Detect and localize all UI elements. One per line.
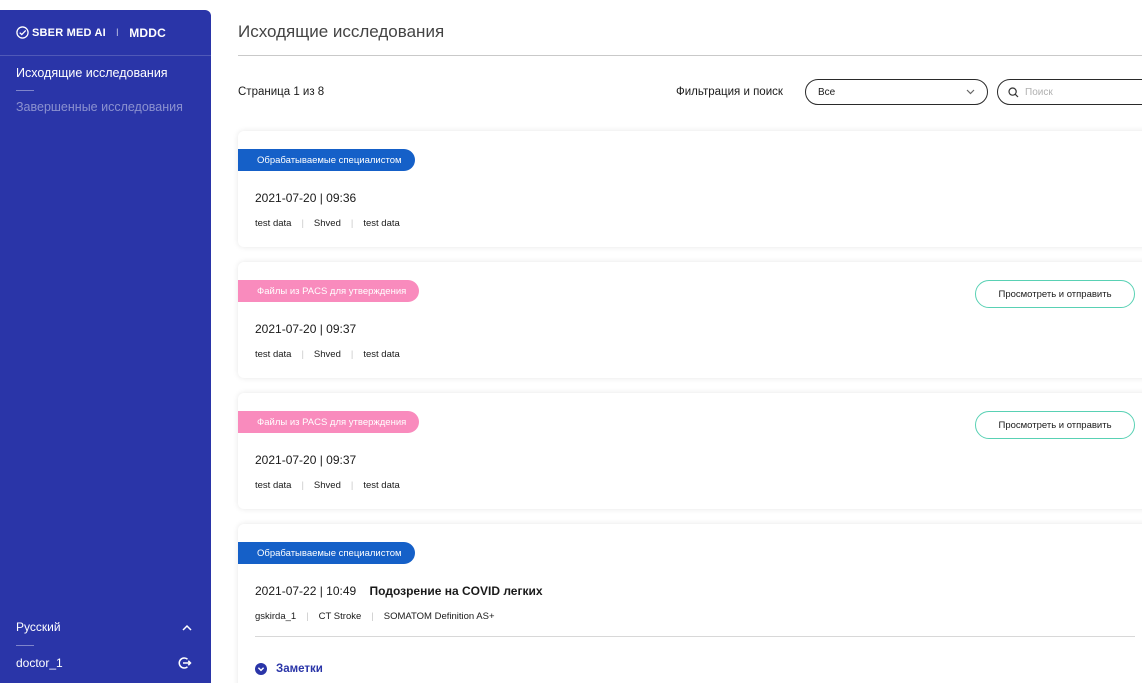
study-meta: test data | Shved | test data — [255, 349, 400, 360]
sber-check-icon — [16, 26, 29, 39]
study-datetime: 2021-07-20 | 09:36 — [255, 191, 357, 205]
study-card[interactable]: Файлы из PACS для утверждения Просмотрет… — [238, 393, 1142, 509]
status-badge: Файлы из PACS для утверждения — [238, 280, 420, 302]
study-datetime: 2021-07-20 | 09:37 — [255, 453, 357, 467]
meta-item: test data — [255, 349, 292, 360]
study-datetime: 2021-07-22 | 10:49 — [255, 584, 357, 598]
sidebar-item-completed-studies[interactable]: Завершенные исследования — [0, 100, 211, 114]
search-icon — [1008, 86, 1019, 97]
status-filter-select[interactable]: Все — [805, 79, 988, 105]
study-card[interactable]: Обрабатываемые специалистом 2021-07-22 |… — [238, 524, 1142, 683]
notes-label: Заметки — [276, 663, 323, 675]
meta-separator: | — [306, 611, 309, 622]
page-indicator: Страница 1 из 8 — [238, 86, 325, 98]
chevron-up-icon — [182, 624, 192, 631]
meta-item: Shved — [313, 218, 341, 229]
meta-item: CT Stroke — [318, 611, 362, 622]
meta-item: Shved — [313, 480, 341, 491]
study-meta: test data | Shved | test data — [255, 218, 400, 229]
study-diagnosis: Подозрение на COVID легких — [369, 584, 543, 598]
meta-item: test data — [363, 349, 400, 360]
chevron-down-icon — [966, 89, 975, 95]
study-card[interactable]: Обрабатываемые специалистом 2021-07-20 |… — [238, 131, 1142, 247]
sidebar-item-label: Завершенные исследования — [16, 100, 183, 114]
study-meta: gskirda_1 | CT Stroke | SOMATOM Definiti… — [255, 611, 495, 622]
study-datetime: 2021-07-20 | 09:37 — [255, 322, 357, 336]
meta-separator: | — [350, 218, 354, 229]
meta-separator: | — [301, 480, 304, 491]
user-row: doctor_1 — [16, 656, 192, 670]
title-divider — [238, 55, 1142, 56]
status-badge: Файлы из PACS для утверждения — [238, 411, 420, 433]
meta-item: Shved — [313, 349, 341, 360]
search-input[interactable] — [1025, 86, 1125, 98]
filter-label: Фильтрация и поиск — [676, 86, 783, 98]
study-meta: test data | Shved | test data — [255, 480, 400, 491]
meta-item: test data — [363, 218, 400, 229]
sidebar-item-label: Исходящие исследования — [16, 66, 168, 80]
study-datetime-row: 2021-07-22 | 10:49 Подозрение на COVID л… — [255, 584, 543, 598]
meta-separator: | — [301, 218, 304, 229]
language-label: Русский — [16, 620, 61, 634]
status-filter-value: Все — [818, 86, 836, 98]
search-box[interactable] — [997, 79, 1142, 105]
card-divider — [255, 636, 1135, 637]
study-card[interactable]: Файлы из PACS для утверждения Просмотрет… — [238, 262, 1142, 378]
sidebar-item-outgoing-studies[interactable]: Исходящие исследования — [0, 66, 211, 100]
brand-logo: SBER MED AI I MDDC — [0, 10, 211, 56]
meta-separator: | — [350, 480, 354, 491]
review-and-send-button[interactable]: Просмотреть и отправить — [975, 280, 1135, 308]
product-name: MDDC — [129, 25, 166, 40]
meta-item: SOMATOM Definition AS+ — [383, 611, 495, 622]
status-badge: Обрабатываемые специалистом — [238, 149, 415, 171]
chevron-down-circle-icon — [255, 663, 267, 675]
meta-item: test data — [363, 480, 400, 491]
active-indicator — [16, 90, 34, 91]
meta-item: test data — [255, 480, 292, 491]
divider — [16, 645, 34, 646]
logout-icon[interactable] — [178, 656, 192, 670]
meta-item: gskirda_1 — [255, 611, 297, 622]
review-and-send-button[interactable]: Просмотреть и отправить — [975, 411, 1135, 439]
brand-separator: I — [115, 26, 120, 39]
meta-separator: | — [350, 349, 354, 360]
sidebar: SBER MED AI I MDDC Исходящие исследовани… — [0, 10, 211, 683]
status-badge: Обрабатываемые специалистом — [238, 542, 415, 564]
notes-toggle[interactable]: Заметки — [255, 663, 323, 675]
page-title: Исходящие исследования — [238, 22, 445, 41]
brand-name: SBER MED AI — [32, 26, 106, 39]
meta-separator: | — [371, 611, 374, 622]
meta-separator: | — [301, 349, 304, 360]
meta-item: test data — [255, 218, 292, 229]
language-selector[interactable]: Русский — [16, 620, 192, 646]
username: doctor_1 — [16, 656, 63, 670]
